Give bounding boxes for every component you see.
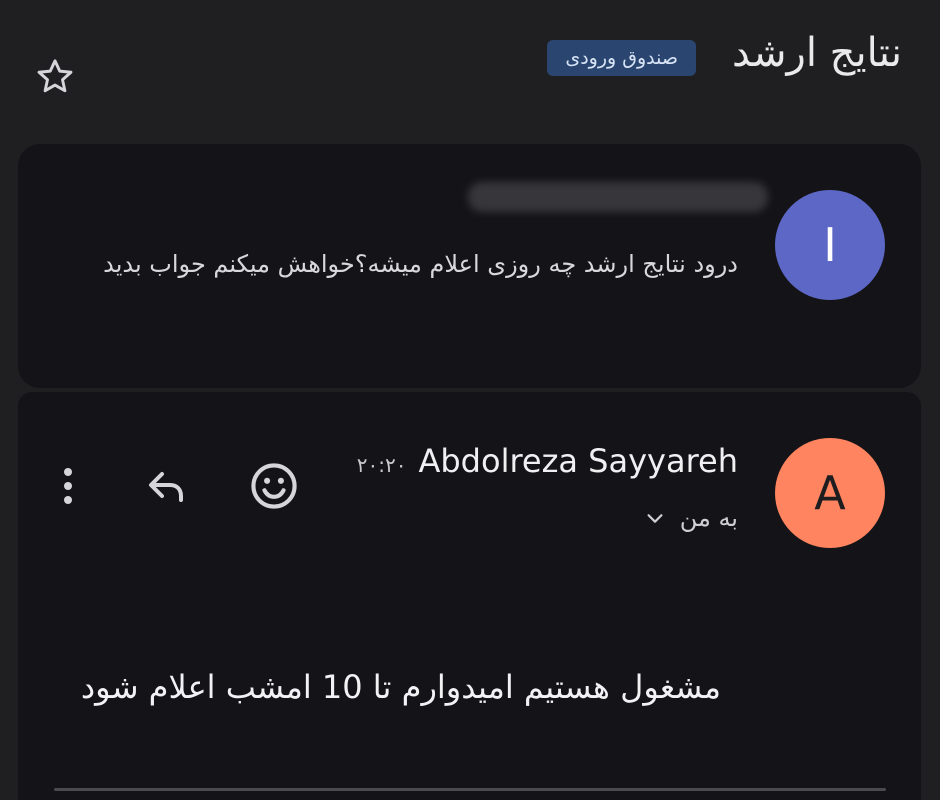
thread-header: صندوق ورودی نتایج ارشد <box>0 0 940 140</box>
reply-button[interactable] <box>136 458 196 514</box>
sender-row: Abdolreza Sayyareh ۲۰:۲۰ <box>357 442 738 480</box>
reply-icon <box>149 472 183 502</box>
message-time: ۲۰:۲۰ <box>356 453 407 477</box>
avatar-letter: I <box>823 218 837 272</box>
emoji-reaction-icon <box>251 463 297 509</box>
thread-subject: نتایج ارشد <box>732 30 902 76</box>
message-snippet: درود نتایج ارشد چه روزی اعلام میشه؟خواهش… <box>103 250 738 278</box>
more-vert-icon <box>64 468 72 504</box>
content-divider <box>54 788 886 791</box>
message-card-collapsed[interactable]: I درود نتایج ارشد چه روزی اعلام میشه؟خوا… <box>18 144 921 388</box>
recipient-details-toggle[interactable]: به من <box>644 504 738 532</box>
message-card-expanded: A Abdolreza Sayyareh ۲۰:۲۰ به من مشغول ه… <box>18 392 921 800</box>
sender-avatar[interactable]: I <box>775 190 885 300</box>
star-button[interactable] <box>30 52 80 102</box>
more-options-button[interactable] <box>48 458 88 514</box>
add-reaction-button[interactable] <box>244 458 304 514</box>
star-outline-icon <box>37 59 73 93</box>
avatar-letter: A <box>814 466 846 520</box>
sender-avatar[interactable]: A <box>775 438 885 548</box>
email-thread-screen: صندوق ورودی نتایج ارشد I درود نتایج ارشد… <box>0 0 940 800</box>
recipient-label: به من <box>679 504 738 532</box>
message-body: مشغول هستیم امیدوارم تا 10 امشب اعلام شو… <box>80 668 721 706</box>
redacted-sender-name <box>468 182 768 212</box>
inbox-label-chip[interactable]: صندوق ورودی <box>547 40 696 76</box>
message-actions <box>48 458 328 514</box>
sender-name: Abdolreza Sayyareh <box>418 442 738 480</box>
chevron-down-icon <box>647 514 663 523</box>
